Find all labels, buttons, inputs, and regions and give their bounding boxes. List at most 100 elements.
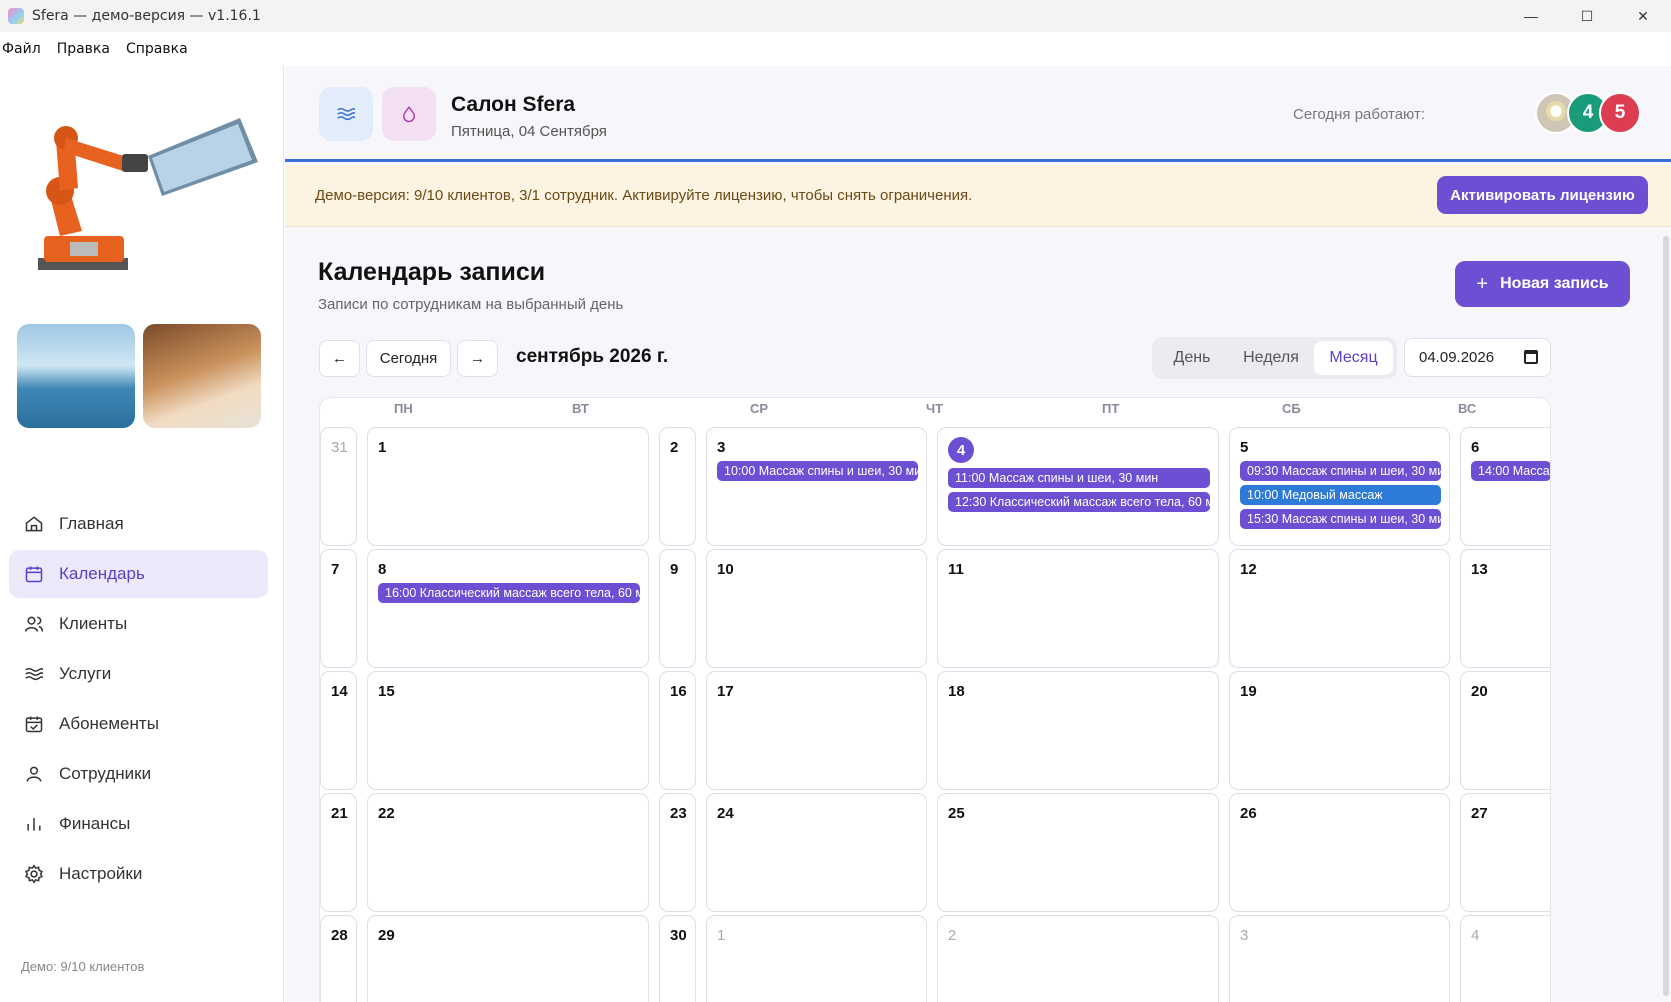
day-number: 22: [378, 805, 395, 822]
scrollbar[interactable]: [1663, 226, 1671, 1002]
weekday-header: ВТ: [572, 401, 589, 416]
menu-help[interactable]: Справка: [126, 41, 188, 57]
day-cell[interactable]: 2: [659, 427, 696, 546]
new-appointment-label: Новая запись: [1500, 275, 1609, 292]
day-cell[interactable]: 24: [706, 793, 927, 912]
day-cell[interactable]: 1: [367, 427, 649, 546]
appointment-chip[interactable]: 14:00 Массаж спины и шеи, 30 мин: [1471, 461, 1550, 481]
salon-name: Салон Sfera: [451, 93, 576, 116]
day-cell[interactable]: 30: [659, 915, 696, 1002]
day-cell[interactable]: 22: [367, 793, 649, 912]
view-week-tab[interactable]: Неделя: [1228, 341, 1314, 375]
sidebar-item-subscriptions[interactable]: Абонементы: [9, 700, 268, 748]
day-cell[interactable]: 11: [937, 549, 1219, 668]
day-cell[interactable]: 29: [367, 915, 649, 1002]
day-cell[interactable]: 5 09:30 Массаж спины и шеи, 30 мин 10:00 М…: [1229, 427, 1450, 546]
menu-edit[interactable]: Правка: [57, 41, 110, 57]
day-cell[interactable]: 2: [937, 915, 1219, 1002]
appointment-chip[interactable]: 11:00 Массаж спины и шеи, 30 мин: [948, 468, 1210, 488]
close-button[interactable]: ✕: [1615, 0, 1671, 32]
appointment-chip[interactable]: 16:00 Классический массаж всего тела, 60…: [378, 583, 640, 603]
appointment-chip[interactable]: 10:00 Массаж спины и шеи, 30 мин: [717, 461, 918, 481]
day-cell[interactable]: 1: [706, 915, 927, 1002]
sidebar-item-settings[interactable]: Настройки: [9, 850, 268, 898]
day-cell[interactable]: 23: [659, 793, 696, 912]
sidebar-item-calendar[interactable]: Календарь: [9, 550, 268, 598]
sidebar-item-finance[interactable]: Финансы: [9, 800, 268, 848]
users-icon: [23, 613, 45, 635]
day-cell[interactable]: 21: [320, 793, 357, 912]
day-cell[interactable]: 17: [706, 671, 927, 790]
day-cell[interactable]: 6 14:00 Массаж спины и шеи, 30 мин: [1460, 427, 1550, 546]
day-cell[interactable]: 4 11:00 Массаж спины и шеи, 30 мин 12:30 К…: [937, 427, 1219, 546]
sidebar-item-services[interactable]: Услуги: [9, 650, 268, 698]
appointment-chip[interactable]: 15:30 Массаж спины и шеи, 30 мин: [1240, 509, 1441, 529]
activate-license-button[interactable]: Активировать лицензию: [1437, 176, 1648, 214]
menu-bar: Файл Правка Справка: [0, 34, 1671, 64]
sidebar-item-staff[interactable]: Сотрудники: [9, 750, 268, 798]
sidebar-item-label: Главная: [59, 514, 124, 533]
day-cell[interactable]: 10: [706, 549, 927, 668]
day-cell[interactable]: 14: [320, 671, 357, 790]
sidebar-item-label: Календарь: [59, 564, 145, 583]
day-cell[interactable]: 3 10:00 Массаж спины и шеи, 30 мин: [706, 427, 927, 546]
day-number: 6: [1471, 439, 1480, 456]
view-month-tab[interactable]: Месяц: [1314, 341, 1393, 375]
day-cell[interactable]: 31: [320, 427, 357, 546]
day-cell[interactable]: 19: [1229, 671, 1450, 790]
page-subtitle: Записи по сотрудникам на выбранный день: [318, 296, 624, 313]
day-number: 14: [331, 683, 348, 700]
day-number: 27: [1471, 805, 1488, 822]
user-icon: [23, 763, 45, 785]
waves-icon: [337, 107, 356, 121]
day-cell[interactable]: 25: [937, 793, 1219, 912]
day-number: 11: [948, 561, 964, 578]
day-cell[interactable]: 26: [1229, 793, 1450, 912]
day-number: 19: [1240, 683, 1257, 700]
waves-badge: [319, 87, 373, 141]
pool-photo: [17, 324, 135, 428]
drop-icon: [402, 106, 416, 123]
day-cell[interactable]: 9: [659, 549, 696, 668]
view-day-tab[interactable]: День: [1156, 341, 1228, 375]
title-bar: Sfera — демо-версия — v1.16.1 — ☐ ✕: [0, 0, 1671, 32]
day-cell[interactable]: 7: [320, 549, 357, 668]
day-cell[interactable]: 13: [1460, 549, 1550, 668]
next-month-button[interactable]: →: [457, 340, 498, 377]
day-number: 25: [948, 805, 965, 822]
day-cell[interactable]: 27: [1460, 793, 1550, 912]
calendar-icon: [23, 563, 45, 585]
weekday-header: ЧТ: [926, 401, 944, 416]
date-picker-value: 04.09.2026: [1419, 349, 1495, 366]
day-cell[interactable]: 18: [937, 671, 1219, 790]
day-number: 13: [1471, 561, 1488, 578]
day-cell[interactable]: 20: [1460, 671, 1550, 790]
sidebar-item-home[interactable]: Главная: [9, 500, 268, 548]
new-appointment-button[interactable]: + Новая запись: [1455, 261, 1630, 307]
day-cell[interactable]: 3: [1229, 915, 1450, 1002]
scrollbar-thumb[interactable]: [1663, 236, 1669, 996]
day-cell[interactable]: 4: [1460, 915, 1550, 1002]
day-number: 29: [378, 927, 395, 944]
day-cell[interactable]: 15: [367, 671, 649, 790]
calendar-icon[interactable]: [1524, 350, 1538, 364]
appointment-chip[interactable]: 12:30 Классический массаж всего тела, 60…: [948, 492, 1210, 512]
day-number: 4: [1471, 927, 1480, 944]
sidebar-item-clients[interactable]: Клиенты: [9, 600, 268, 648]
today-button[interactable]: Сегодня: [366, 340, 451, 377]
day-cell[interactable]: 12: [1229, 549, 1450, 668]
prev-month-button[interactable]: ←: [319, 340, 360, 377]
minimize-button[interactable]: —: [1503, 0, 1559, 32]
appointment-chip[interactable]: 09:30 Массаж спины и шеи, 30 мин: [1240, 461, 1441, 481]
day-cell[interactable]: 8 16:00 Классический массаж всего тела, 6…: [367, 549, 649, 668]
day-number: 31: [331, 439, 348, 456]
menu-file[interactable]: Файл: [2, 41, 41, 57]
date-picker-input[interactable]: 04.09.2026: [1404, 338, 1551, 377]
day-cell[interactable]: 28: [320, 915, 357, 1002]
sidebar-item-label: Настройки: [59, 864, 143, 883]
day-number: 16: [670, 683, 687, 700]
day-cell[interactable]: 16: [659, 671, 696, 790]
appointment-chip[interactable]: 10:00 Медовый массаж: [1240, 485, 1441, 505]
maximize-button[interactable]: ☐: [1559, 0, 1615, 32]
avatar[interactable]: 5: [1599, 92, 1641, 134]
